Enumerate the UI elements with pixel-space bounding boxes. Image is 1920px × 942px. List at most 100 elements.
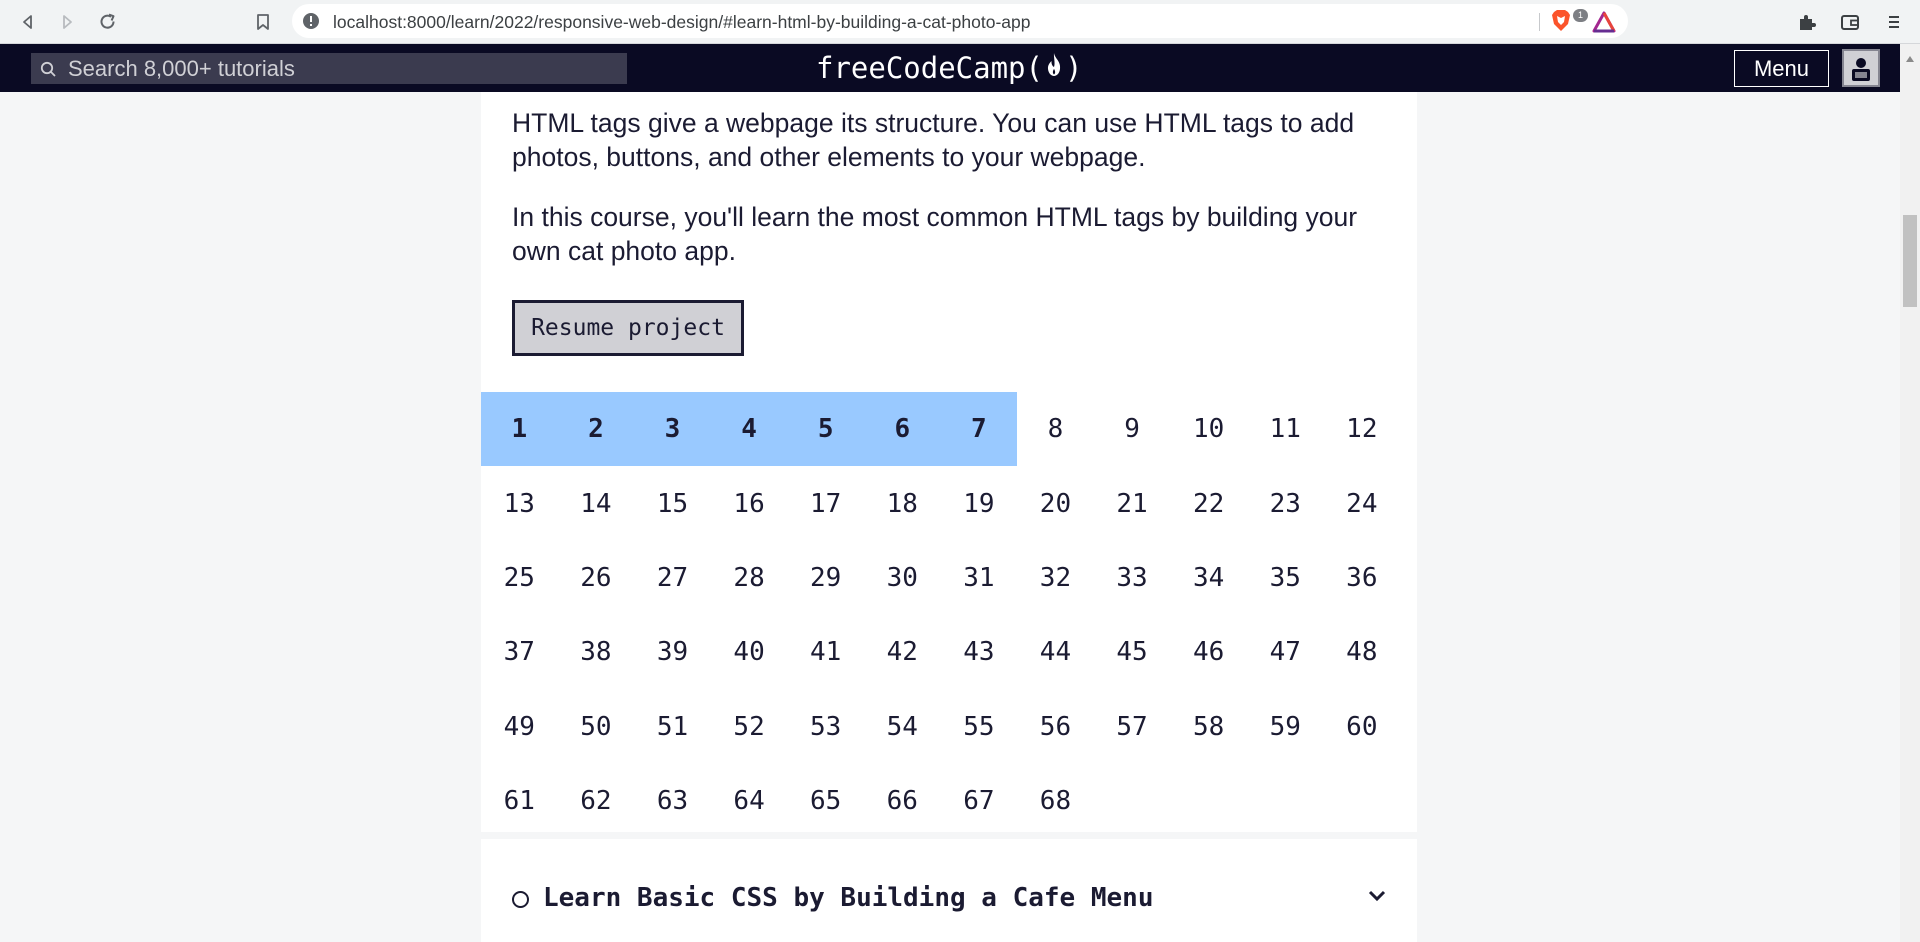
step-45[interactable]: 45 [1094, 615, 1171, 689]
step-46[interactable]: 46 [1170, 615, 1247, 689]
step-grid: 1 2 3 4 5 6 7 8 9 10 11 12 13 14 15 16 17 18 19 20 21 22 23 24 2… [481, 392, 1400, 838]
step-58[interactable]: 58 [1170, 690, 1247, 764]
forward-icon[interactable] [53, 8, 81, 36]
step-22[interactable]: 22 [1170, 466, 1247, 540]
step-6[interactable]: 6 [863, 392, 941, 467]
step-55[interactable]: 55 [941, 690, 1018, 764]
step-65[interactable]: 65 [787, 764, 864, 838]
step-63[interactable]: 63 [634, 764, 711, 838]
reload-icon[interactable] [94, 8, 122, 36]
search-input[interactable] [68, 54, 608, 83]
step-15[interactable]: 15 [634, 466, 711, 540]
step-34[interactable]: 34 [1170, 541, 1247, 615]
brave-rewards-icon[interactable] [1592, 11, 1616, 38]
step-37[interactable]: 37 [481, 615, 558, 689]
step-8[interactable]: 8 [1017, 392, 1094, 466]
step-44[interactable]: 44 [1017, 615, 1094, 689]
step-68[interactable]: 68 [1017, 764, 1094, 838]
step-2[interactable]: 2 [557, 392, 635, 467]
step-26[interactable]: 26 [558, 541, 635, 615]
step-18[interactable]: 18 [864, 466, 941, 540]
step-16[interactable]: 16 [711, 466, 788, 540]
step-62[interactable]: 62 [558, 764, 635, 838]
step-14[interactable]: 14 [558, 466, 635, 540]
step-9[interactable]: 9 [1094, 392, 1171, 466]
step-57[interactable]: 57 [1094, 690, 1171, 764]
flame-icon [1044, 51, 1064, 85]
address-bar-divider [1539, 13, 1540, 31]
search-bar[interactable] [31, 53, 627, 84]
step-61[interactable]: 61 [481, 764, 558, 838]
step-12[interactable]: 12 [1324, 392, 1401, 466]
step-19[interactable]: 19 [941, 466, 1018, 540]
step-28[interactable]: 28 [711, 541, 788, 615]
step-13[interactable]: 13 [481, 466, 558, 540]
step-1[interactable]: 1 [481, 392, 558, 467]
step-30[interactable]: 30 [864, 541, 941, 615]
step-52[interactable]: 52 [711, 690, 788, 764]
step-21[interactable]: 21 [1094, 466, 1171, 540]
search-icon [40, 61, 57, 83]
scroll-up-arrow-icon[interactable] [1905, 50, 1915, 68]
step-4[interactable]: 4 [710, 392, 788, 467]
step-24[interactable]: 24 [1324, 466, 1401, 540]
step-38[interactable]: 38 [558, 615, 635, 689]
step-40[interactable]: 40 [711, 615, 788, 689]
step-17[interactable]: 17 [787, 466, 864, 540]
step-23[interactable]: 23 [1247, 466, 1324, 540]
step-29[interactable]: 29 [787, 541, 864, 615]
site-info-icon[interactable] [302, 12, 320, 35]
scroll-thumb[interactable] [1903, 215, 1917, 307]
menu-button[interactable]: Menu [1734, 50, 1829, 87]
bookmark-icon[interactable] [249, 8, 277, 36]
resume-project-button[interactable]: Resume project [512, 300, 744, 356]
step-43[interactable]: 43 [941, 615, 1018, 689]
step-5[interactable]: 5 [787, 392, 864, 467]
step-25[interactable]: 25 [481, 541, 558, 615]
step-39[interactable]: 39 [634, 615, 711, 689]
course-title[interactable]: Learn Basic CSS by Building a Cafe Menu [543, 883, 1153, 913]
cat-photo-app-block: HTML tags give a webpage its structure. … [481, 92, 1417, 832]
step-59[interactable]: 59 [1247, 690, 1324, 764]
chevron-down-icon[interactable] [1367, 889, 1387, 908]
step-47[interactable]: 47 [1247, 615, 1324, 689]
url-text[interactable]: localhost:8000/learn/2022/responsive-web… [333, 12, 1031, 33]
step-53[interactable]: 53 [787, 690, 864, 764]
step-54[interactable]: 54 [864, 690, 941, 764]
address-bar[interactable]: localhost:8000/learn/2022/responsive-web… [292, 4, 1628, 38]
step-27[interactable]: 27 [634, 541, 711, 615]
top-navigation: freeCodeCamp( ) Menu [0, 44, 1900, 92]
step-3[interactable]: 3 [634, 392, 711, 467]
step-64[interactable]: 64 [711, 764, 788, 838]
step-50[interactable]: 50 [558, 690, 635, 764]
page-scrollbar[interactable] [1900, 44, 1920, 942]
step-20[interactable]: 20 [1017, 466, 1094, 540]
step-49[interactable]: 49 [481, 690, 558, 764]
brave-shields-icon[interactable] [1550, 9, 1572, 38]
incomplete-circle-icon [512, 891, 529, 908]
step-67[interactable]: 67 [941, 764, 1018, 838]
browser-menu-icon[interactable] [1880, 8, 1908, 36]
fcc-logo[interactable]: freeCodeCamp( ) [816, 50, 1082, 86]
step-10[interactable]: 10 [1170, 392, 1247, 466]
step-11[interactable]: 11 [1247, 392, 1324, 466]
intro-paragraph-1: HTML tags give a webpage its structure. … [512, 108, 1355, 172]
step-31[interactable]: 31 [941, 541, 1018, 615]
step-32[interactable]: 32 [1017, 541, 1094, 615]
avatar[interactable] [1842, 49, 1880, 87]
step-66[interactable]: 66 [864, 764, 941, 838]
step-41[interactable]: 41 [787, 615, 864, 689]
step-7[interactable]: 7 [940, 392, 1018, 467]
step-56[interactable]: 56 [1017, 690, 1094, 764]
step-51[interactable]: 51 [634, 690, 711, 764]
step-48[interactable]: 48 [1324, 615, 1401, 689]
step-35[interactable]: 35 [1247, 541, 1324, 615]
step-33[interactable]: 33 [1094, 541, 1171, 615]
wallet-icon[interactable] [1836, 8, 1864, 36]
step-36[interactable]: 36 [1324, 541, 1401, 615]
step-60[interactable]: 60 [1324, 690, 1401, 764]
step-42[interactable]: 42 [864, 615, 941, 689]
extensions-icon[interactable] [1793, 8, 1821, 36]
back-icon[interactable] [14, 8, 42, 36]
next-course-block[interactable]: Learn Basic CSS by Building a Cafe Menu [481, 839, 1417, 942]
